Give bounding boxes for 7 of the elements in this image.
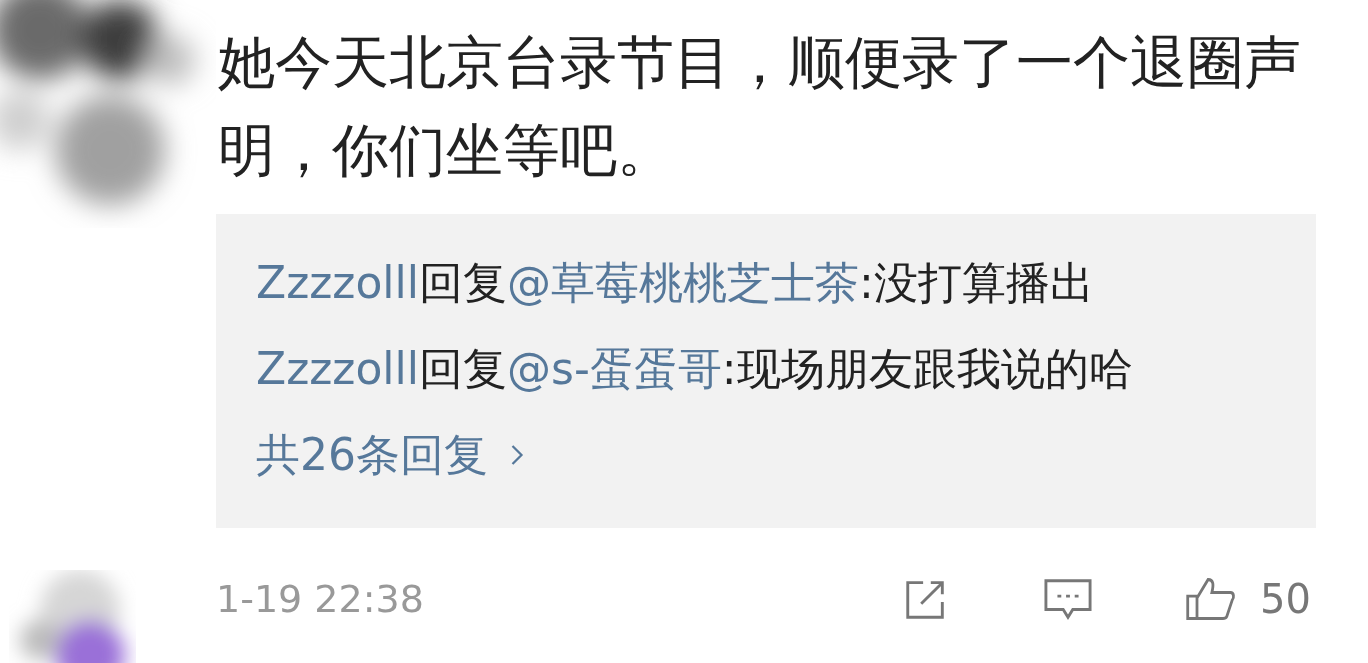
like-count: 50 [1260, 576, 1311, 622]
more-replies-link[interactable]: 共26条回复 [256, 412, 526, 498]
reply-text: Zzzzolll回复@s-蛋蛋哥:现场朋友跟我说的哈 [256, 342, 1133, 396]
reply-text: Zzzzolll回复@草莓桃桃芝士茶:没打算播出 [256, 256, 1094, 310]
timestamp: 1-19 22:38 [216, 577, 424, 621]
thumbs-up-icon[interactable] [1184, 575, 1237, 623]
comment-text: 她今天北京台录节目，顺便录了一个退圈声明，你们坐等吧。 [217, 28, 1302, 185]
